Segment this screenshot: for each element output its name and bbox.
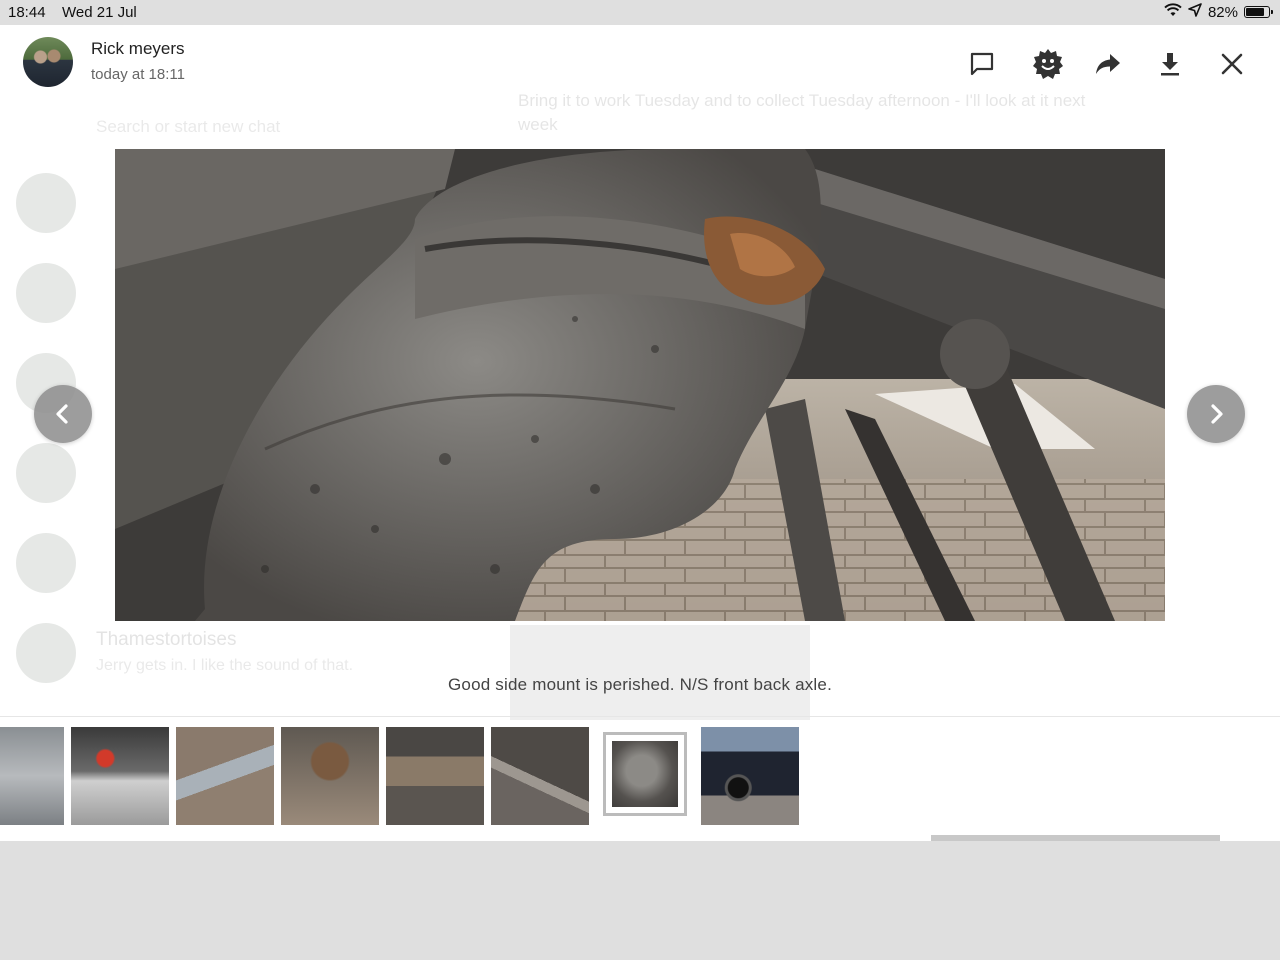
- download-button[interactable]: [1152, 46, 1188, 82]
- thumbnail[interactable]: [0, 727, 64, 825]
- thumbnail[interactable]: [386, 727, 484, 825]
- background-search: Search or start new chat: [96, 117, 281, 136]
- thumbnail-divider: [0, 716, 1280, 717]
- background-media: [510, 625, 810, 720]
- message-timestamp: today at 18:11: [91, 66, 185, 83]
- reply-icon: [970, 52, 994, 76]
- sticker-icon: [1033, 49, 1063, 79]
- background-chat-name: Thamestortoises: [96, 629, 237, 650]
- forward-icon: [1096, 54, 1120, 74]
- wifi-icon: [1164, 3, 1182, 21]
- media-viewer: Search or start new chat Bring it to wor…: [0, 25, 1280, 841]
- status-date: Wed 21 Jul: [62, 4, 137, 21]
- thumbnail-selected[interactable]: [603, 732, 687, 816]
- battery-percent: 82%: [1207, 3, 1238, 21]
- background-chat-preview: Jerry gets in. I like the sound of that.: [96, 657, 354, 674]
- status-bar: 18:44 Wed 21 Jul 82%: [0, 0, 1280, 25]
- status-time: 18:44: [8, 4, 46, 21]
- forward-button[interactable]: [1090, 46, 1126, 82]
- status-indicators: 82%: [1164, 3, 1273, 21]
- close-button[interactable]: [1214, 46, 1250, 82]
- previous-media-button[interactable]: [34, 385, 92, 443]
- media-caption: Good side mount is perished. N/S front b…: [448, 675, 832, 694]
- thumbnail[interactable]: [71, 727, 169, 825]
- close-icon: [1221, 53, 1243, 75]
- download-icon: [1161, 53, 1179, 76]
- thumbnail[interactable]: [491, 727, 589, 825]
- viewer-header: Rick meyers today at 18:11: [0, 25, 1280, 99]
- chevron-right-icon: [1211, 404, 1223, 424]
- sticker-button[interactable]: [1030, 46, 1066, 82]
- sender-name: Rick meyers: [91, 39, 185, 58]
- thumbnail[interactable]: [701, 727, 799, 825]
- chevron-left-icon: [56, 404, 68, 424]
- battery-icon: [1244, 6, 1273, 18]
- thumbnail[interactable]: [281, 727, 379, 825]
- avatar[interactable]: [23, 37, 73, 87]
- thumbnail[interactable]: [176, 727, 274, 825]
- next-media-button[interactable]: [1187, 385, 1245, 443]
- media-image[interactable]: [115, 149, 1165, 621]
- location-arrow-icon: [1188, 3, 1202, 21]
- thumbnail-scrollbar[interactable]: [931, 835, 1220, 841]
- reply-button[interactable]: [964, 46, 1000, 82]
